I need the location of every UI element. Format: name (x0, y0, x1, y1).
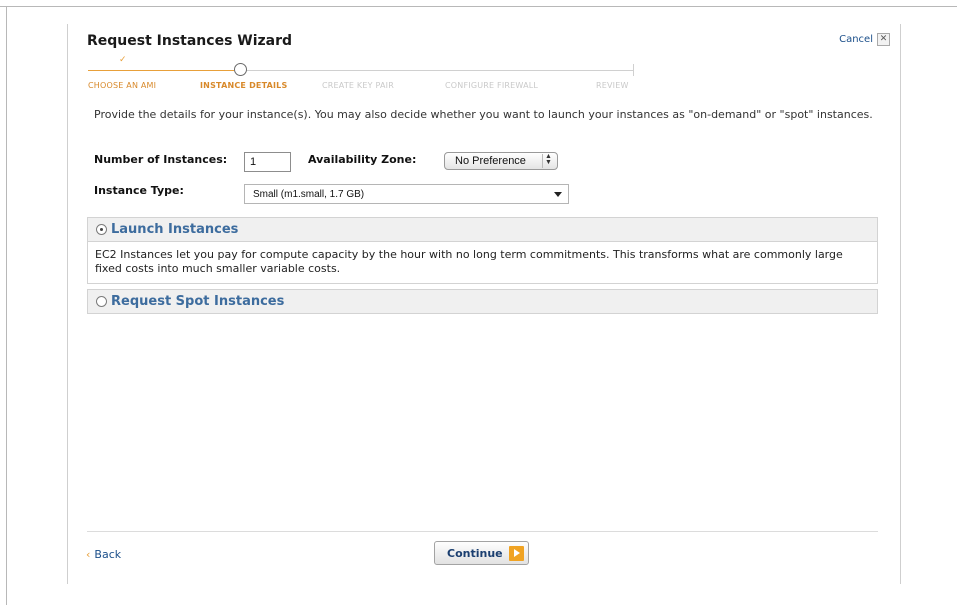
intro-text: Provide the details for your instance(s)… (94, 108, 873, 121)
availability-zone-select[interactable]: No Preference ▲ ▼ (444, 152, 558, 170)
back-button[interactable]: ‹ Back (86, 548, 121, 561)
launch-instances-panel: Launch Instances EC2 Instances let you p… (87, 217, 878, 284)
chevron-left-icon: ‹ (86, 548, 91, 561)
spot-instances-radio[interactable] (96, 296, 107, 307)
launch-instances-description: EC2 Instances let you pay for compute ca… (88, 241, 877, 283)
wizard-title: Request Instances Wizard (87, 33, 293, 49)
progress-line-remaining (246, 70, 634, 71)
cancel-link[interactable]: Cancel (839, 34, 873, 45)
availability-zone-label: Availability Zone: (308, 153, 417, 166)
launch-instances-radio[interactable] (96, 224, 107, 235)
step-instance-details: INSTANCE DETAILS (200, 81, 288, 90)
continue-label[interactable]: Continue (447, 547, 503, 560)
step-configure-firewall: CONFIGURE FIREWALL (445, 81, 539, 90)
availability-zone-value: No Preference (455, 155, 526, 167)
frame-left-border (6, 6, 7, 605)
wizard-dialog: Request Instances Wizard Cancel ✕ ✓ CHOO… (67, 24, 901, 584)
continue-button[interactable]: Continue (434, 541, 529, 565)
progress-end-tick (633, 64, 634, 76)
step-choose-ami: CHOOSE AN AMI (88, 81, 157, 90)
progress-line-complete (88, 70, 234, 71)
launch-instances-title[interactable]: Launch Instances (111, 222, 238, 237)
spot-instances-title[interactable]: Request Spot Instances (111, 294, 284, 309)
back-label[interactable]: Back (94, 548, 121, 561)
current-step-marker (234, 63, 247, 76)
updown-arrows-icon: ▲ ▼ (542, 153, 554, 168)
play-arrow-icon (509, 545, 524, 561)
chevron-down-icon (554, 192, 562, 197)
launch-instances-header[interactable]: Launch Instances (88, 218, 877, 241)
num-instances-input[interactable]: 1 (244, 152, 291, 172)
step-create-key-pair: CREATE KEY PAIR (322, 81, 394, 90)
instance-type-label: Instance Type: (94, 184, 184, 197)
spot-instances-header[interactable]: Request Spot Instances (88, 290, 877, 313)
num-instances-label: Number of Instances: (94, 153, 228, 166)
footer-divider (87, 531, 878, 532)
spot-instances-panel: Request Spot Instances (87, 289, 878, 314)
close-icon[interactable]: ✕ (877, 33, 890, 46)
check-icon: ✓ (119, 55, 127, 65)
instance-type-value: Small (m1.small, 1.7 GB) (253, 188, 365, 200)
cancel-control[interactable]: Cancel ✕ (839, 33, 890, 46)
frame-top-border (0, 6, 957, 7)
step-review: REVIEW (596, 81, 629, 90)
instance-type-select[interactable]: Small (m1.small, 1.7 GB) (244, 184, 569, 204)
